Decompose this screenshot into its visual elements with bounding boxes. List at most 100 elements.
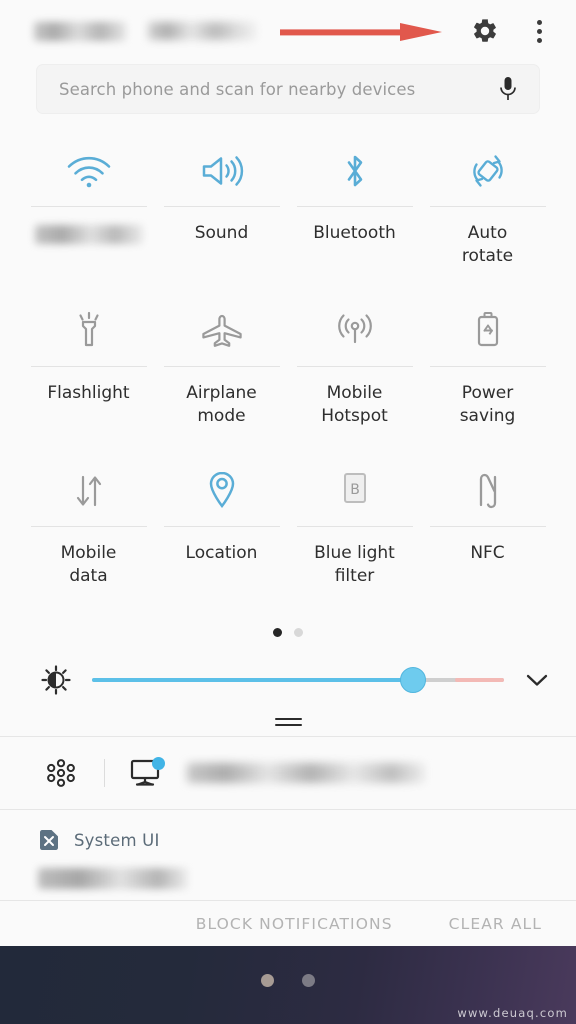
qs-icon-slot <box>205 464 239 518</box>
overflow-menu-button[interactable] <box>524 14 554 48</box>
brightness-track[interactable] <box>92 678 504 682</box>
qs-label-mobile-data: Mobile data <box>61 542 117 588</box>
watermark: www.deuaq.com <box>457 1006 568 1020</box>
svg-text:B: B <box>350 482 360 498</box>
cast-button[interactable] <box>127 756 165 790</box>
qs-tile-wifi[interactable] <box>22 128 155 288</box>
qs-label-location: Location <box>186 542 258 565</box>
quick-settings-grid: Sound Bluetooth <box>0 128 576 608</box>
qs-icon-slot <box>331 304 379 358</box>
chevron-down-icon <box>525 672 549 688</box>
status-date-redacted <box>148 22 256 40</box>
home-screen-wallpaper: www.deuaq.com <box>0 946 576 1024</box>
qs-tile-divider <box>430 366 546 367</box>
qs-icon-slot <box>200 144 244 198</box>
sim-card-error-icon <box>38 828 60 852</box>
qs-tile-divider <box>31 366 147 367</box>
pager-dot-1[interactable] <box>273 628 282 637</box>
qs-tile-divider <box>430 526 546 527</box>
kebab-menu-icon <box>537 38 542 43</box>
smartthings-icon <box>45 757 77 789</box>
kebab-menu-icon <box>537 29 542 34</box>
qs-label-power-saving: Power saving <box>460 382 516 428</box>
qs-tile-auto-rotate[interactable]: Auto rotate <box>421 128 554 288</box>
auto-rotate-icon <box>466 151 510 191</box>
home-pager-dot-2[interactable] <box>302 974 315 987</box>
qs-tile-mobile-data[interactable]: Mobile data <box>22 448 155 608</box>
qs-tile-flashlight[interactable]: Flashlight <box>22 288 155 448</box>
qs-tile-divider <box>164 526 280 527</box>
gear-icon <box>471 17 499 45</box>
qs-tile-divider <box>164 206 280 207</box>
notification-app-name: System UI <box>74 831 160 850</box>
wifi-icon <box>65 153 113 189</box>
sound-icon <box>200 152 244 190</box>
qs-icon-slot <box>69 464 109 518</box>
connected-device-name-redacted <box>187 763 425 783</box>
qs-icon-slot <box>198 304 246 358</box>
notification-header: System UI <box>38 828 538 852</box>
home-pager-dot-1[interactable] <box>261 974 274 987</box>
brightness-expand-button[interactable] <box>520 663 554 697</box>
smartthings-button[interactable] <box>42 754 80 792</box>
qs-tile-sound[interactable]: Sound <box>155 128 288 288</box>
hotspot-icon <box>331 312 379 350</box>
kebab-menu-icon <box>537 20 542 25</box>
bluetooth-icon <box>340 151 370 191</box>
qs-label-auto-rotate: Auto rotate <box>462 222 513 268</box>
qs-tile-location[interactable]: Location <box>155 448 288 608</box>
qs-label-airplane-mode: Airplane mode <box>186 382 257 428</box>
qs-tile-divider <box>164 366 280 367</box>
voice-search-button[interactable] <box>495 74 521 104</box>
qs-icon-slot <box>471 304 505 358</box>
brightness-extra-range <box>455 678 504 682</box>
drag-handle-line <box>275 724 302 726</box>
qs-icon-slot <box>471 464 505 518</box>
auto-brightness-button[interactable] <box>38 662 74 698</box>
qs-tile-bluetooth[interactable]: Bluetooth <box>288 128 421 288</box>
qs-tile-nfc[interactable]: NFC <box>421 448 554 608</box>
search-bar[interactable] <box>36 64 540 114</box>
qs-tile-divider <box>297 206 413 207</box>
qs-label-wifi-redacted <box>35 225 143 244</box>
qs-label-mobile-hotspot: Mobile Hotspot <box>321 382 388 428</box>
status-clock-redacted <box>34 22 126 41</box>
microphone-icon <box>498 76 518 102</box>
home-screen-pager[interactable] <box>0 974 576 987</box>
brightness-slider[interactable] <box>92 662 504 698</box>
cast-status-badge <box>152 757 165 770</box>
connected-devices-row[interactable] <box>0 737 576 809</box>
airplane-icon <box>198 312 246 350</box>
qs-tile-mobile-hotspot[interactable]: Mobile Hotspot <box>288 288 421 448</box>
clear-all-button[interactable]: CLEAR ALL <box>449 915 542 933</box>
qs-icon-slot <box>340 144 370 198</box>
qs-tile-divider <box>31 526 147 527</box>
annotation-arrow-icon <box>280 23 442 41</box>
qs-icon-slot <box>65 144 113 198</box>
qs-tile-airplane-mode[interactable]: Airplane mode <box>155 288 288 448</box>
quick-settings-pager[interactable] <box>0 622 576 642</box>
qs-tile-divider <box>297 366 413 367</box>
devices-divider <box>104 759 105 787</box>
search-input[interactable] <box>57 79 495 100</box>
block-notifications-button[interactable]: BLOCK NOTIFICATIONS <box>196 915 393 933</box>
settings-button[interactable] <box>468 14 502 48</box>
mobile-data-icon <box>69 471 109 511</box>
panel-drag-handle[interactable] <box>0 718 576 736</box>
qs-label-nfc: NFC <box>470 542 504 565</box>
brightness-row <box>0 652 576 708</box>
qs-tile-blue-light-filter[interactable]: B Blue light filter <box>288 448 421 608</box>
notification-title-redacted <box>38 868 188 889</box>
qs-tile-divider <box>430 206 546 207</box>
qs-label-flashlight: Flashlight <box>47 382 129 405</box>
pager-dot-2[interactable] <box>294 628 303 637</box>
brightness-thumb[interactable] <box>400 667 426 693</box>
auto-brightness-icon <box>41 665 71 695</box>
qs-icon-slot <box>72 304 106 358</box>
nfc-icon <box>471 469 505 513</box>
power-saving-icon <box>471 310 505 352</box>
qs-tile-power-saving[interactable]: Power saving <box>421 288 554 448</box>
qs-label-bluetooth: Bluetooth <box>313 222 396 245</box>
status-header <box>0 0 576 62</box>
quick-settings-panel: Sound Bluetooth <box>0 0 576 1024</box>
